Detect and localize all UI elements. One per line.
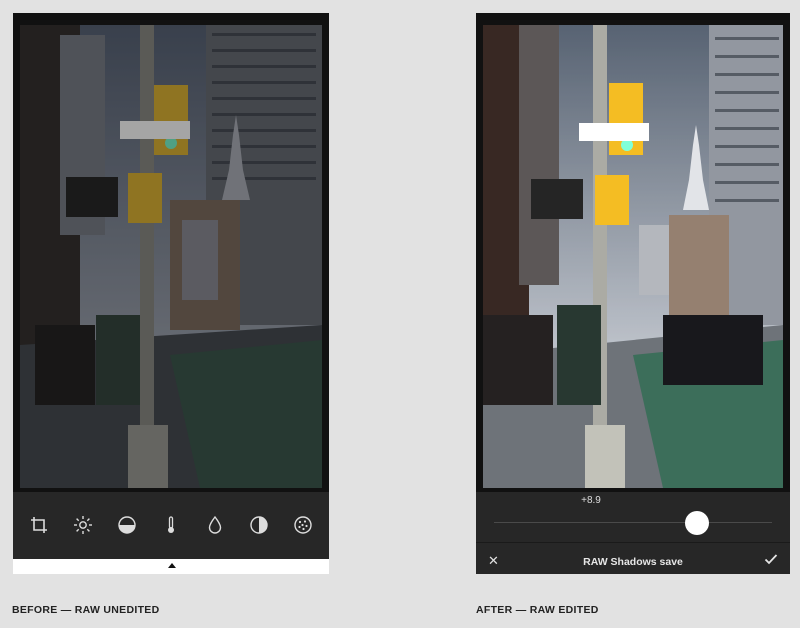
saturation-icon[interactable]	[203, 514, 227, 536]
exposure-icon[interactable]	[115, 514, 139, 536]
tool-label: RAW Shadows save	[583, 556, 683, 568]
tool-row	[27, 514, 315, 536]
after-photo	[483, 25, 783, 488]
street-scene-image	[20, 25, 322, 488]
before-caption: BEFORE — RAW UNEDITED	[12, 604, 160, 616]
slider-value: +8.9	[581, 495, 601, 506]
confirm-button[interactable]	[764, 552, 778, 571]
street-scene-edited-image	[483, 25, 783, 488]
before-photo	[20, 25, 322, 488]
caret-up-icon[interactable]	[168, 563, 176, 568]
bar-divider	[476, 542, 790, 543]
after-phone-frame: +8.9 ✕ RAW Shadows save	[476, 13, 790, 574]
adjustment-bar: +8.9 ✕ RAW Shadows save	[476, 492, 790, 574]
slider-knob[interactable]	[684, 511, 709, 535]
crop-icon[interactable]	[27, 514, 51, 536]
contrast-icon[interactable]	[247, 514, 271, 536]
shadows-slider[interactable]	[494, 510, 772, 536]
before-phone-frame	[13, 13, 329, 574]
after-caption: AFTER — RAW EDITED	[476, 604, 599, 616]
temperature-icon[interactable]	[159, 514, 183, 536]
brightness-icon[interactable]	[71, 514, 95, 536]
action-row: ✕ RAW Shadows save	[476, 550, 790, 572]
check-icon	[764, 554, 778, 565]
grain-icon[interactable]	[291, 514, 315, 536]
